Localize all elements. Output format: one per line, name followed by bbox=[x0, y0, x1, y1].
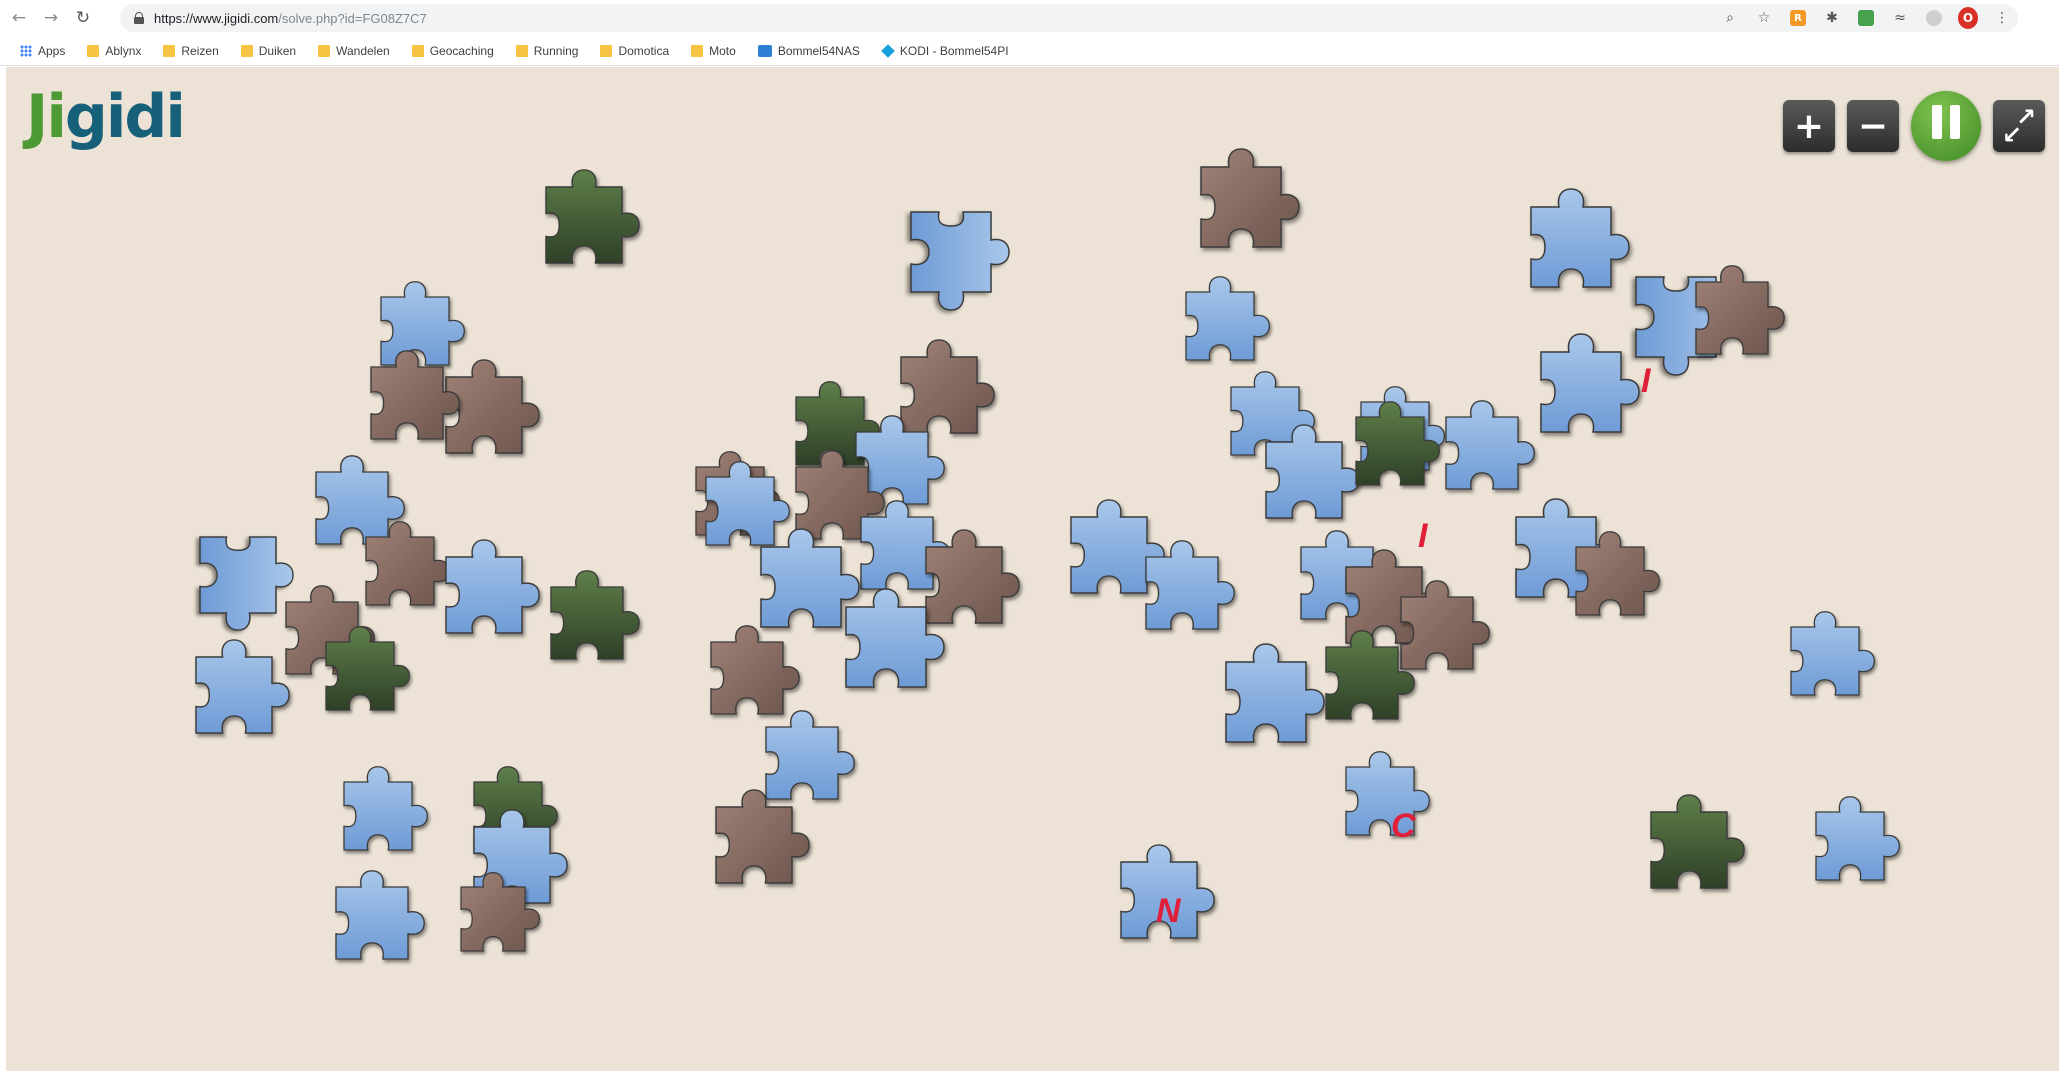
folder-icon bbox=[87, 44, 100, 57]
bookmark-apps[interactable]: Apps bbox=[20, 44, 65, 58]
puzzle-piece[interactable] bbox=[1225, 643, 1325, 743]
bookmark-label: Geocaching bbox=[429, 43, 494, 58]
puzzle-piece[interactable] bbox=[380, 281, 465, 366]
grey-extension-icon[interactable] bbox=[1924, 8, 1944, 28]
puzzle-piece[interactable] bbox=[1815, 796, 1900, 881]
bookmark-label: Bommel54NAS bbox=[777, 43, 860, 58]
nas-icon bbox=[757, 44, 772, 57]
folder-icon bbox=[600, 44, 613, 57]
puzzle-piece[interactable] bbox=[710, 625, 800, 715]
folder-icon bbox=[691, 44, 704, 57]
reload-icon[interactable]: ↻ bbox=[70, 5, 96, 31]
puzzle-piece[interactable] bbox=[1540, 333, 1640, 433]
green-extension-icon[interactable] bbox=[1856, 8, 1876, 28]
puzzle-piece[interactable] bbox=[910, 211, 1010, 311]
puzzle-piece[interactable] bbox=[765, 710, 855, 800]
puzzle-piece[interactable] bbox=[1790, 611, 1875, 696]
bookmark-label: KODI - Bommel54PI bbox=[899, 43, 1009, 58]
piece-letter: I bbox=[1418, 517, 1429, 555]
bookmark-label: Reizen bbox=[181, 43, 219, 58]
puzzle-piece[interactable] bbox=[550, 570, 640, 660]
browser-toolbar: ← → ↻ https://www.jigidi.com/solve.php?i… bbox=[0, 0, 2059, 36]
puzzle-extension-icon[interactable]: ✱ bbox=[1822, 8, 1842, 28]
bookmark-label: Ablynx bbox=[105, 43, 142, 58]
forward-icon[interactable]: → bbox=[38, 5, 64, 31]
bookmark-bommel54nas[interactable]: Bommel54NAS bbox=[757, 43, 860, 58]
puzzle-piece[interactable] bbox=[343, 766, 428, 851]
puzzle-piece[interactable] bbox=[1530, 188, 1630, 288]
puzzle-piece[interactable] bbox=[445, 359, 540, 454]
puzzle-piece[interactable] bbox=[545, 169, 640, 264]
bookmark-ablynx[interactable]: Ablynx bbox=[87, 44, 141, 58]
folder-icon bbox=[411, 44, 424, 57]
puzzle-piece[interactable] bbox=[900, 339, 995, 434]
folder-icon bbox=[240, 44, 253, 57]
bookmark-label: Domotica bbox=[618, 43, 670, 58]
bookmark-domotica[interactable]: Domotica bbox=[600, 44, 669, 58]
puzzle-piece[interactable] bbox=[1200, 148, 1300, 248]
bookmark-label: Moto bbox=[709, 43, 736, 58]
bookmark-wandelen[interactable]: Wandelen bbox=[318, 44, 390, 58]
bookmark-label: Wandelen bbox=[336, 43, 390, 58]
lock-icon bbox=[134, 12, 144, 24]
bookmark-reizen[interactable]: Reizen bbox=[163, 43, 219, 58]
puzzle-pieces-layer: N C I I bbox=[195, 148, 1900, 960]
url-host: https://www.jigidi.com bbox=[154, 10, 279, 26]
folder-icon bbox=[318, 44, 331, 57]
profile-avatar[interactable]: O bbox=[1958, 7, 1978, 29]
apps-grid-icon bbox=[20, 44, 32, 57]
puzzle-piece[interactable] bbox=[715, 789, 810, 884]
bookmark-running[interactable]: Running bbox=[515, 43, 579, 58]
bookmark-label: Running bbox=[533, 43, 579, 58]
puzzle-piece[interactable] bbox=[195, 639, 290, 734]
puzzle-piece[interactable] bbox=[1345, 751, 1430, 836]
piece-letter: N bbox=[1156, 892, 1182, 930]
url-path: /solve.php?id=FG08Z7C7 bbox=[278, 10, 427, 26]
folder-icon bbox=[515, 44, 528, 57]
puzzle-piece[interactable] bbox=[1185, 276, 1270, 361]
puzzle-piece[interactable] bbox=[1650, 794, 1745, 889]
kodi-icon bbox=[881, 43, 895, 58]
bookmark-label: Apps bbox=[38, 43, 66, 58]
rss-extension-icon[interactable]: R bbox=[1788, 8, 1808, 28]
folder-icon bbox=[163, 44, 176, 57]
zoom-icon[interactable]: ⌕ bbox=[1720, 8, 1740, 28]
bookmark-label: Duiken bbox=[258, 43, 297, 58]
wifi-extension-icon[interactable]: ≈ bbox=[1890, 8, 1910, 28]
bookmark-duiken[interactable]: Duiken bbox=[240, 43, 297, 58]
piece-letter: I bbox=[1641, 362, 1652, 400]
bookmark-kodi[interactable]: KODI - Bommel54PI bbox=[881, 43, 1009, 58]
bookmark-moto[interactable]: Moto bbox=[691, 44, 736, 58]
puzzle-board[interactable]: Jigidi + − NCII bbox=[6, 67, 2059, 1071]
puzzle-piece[interactable] bbox=[760, 528, 860, 628]
menu-icon[interactable]: ⋮ bbox=[1992, 8, 2012, 28]
puzzle-piece[interactable] bbox=[445, 539, 540, 634]
back-icon[interactable]: ← bbox=[6, 5, 32, 31]
puzzle-piece[interactable] bbox=[335, 870, 425, 960]
bookmark-geocaching[interactable]: Geocaching bbox=[411, 43, 494, 58]
bookmarks-bar: Apps Ablynx Reizen Duiken Wandelen Geoca… bbox=[0, 36, 2059, 66]
address-bar[interactable]: https://www.jigidi.com/solve.php?id=FG08… bbox=[120, 4, 2018, 32]
star-icon[interactable]: ☆ bbox=[1754, 8, 1774, 28]
puzzle-piece[interactable] bbox=[199, 536, 294, 631]
puzzle-piece[interactable] bbox=[1445, 400, 1535, 490]
piece-letter: C bbox=[1391, 807, 1416, 845]
